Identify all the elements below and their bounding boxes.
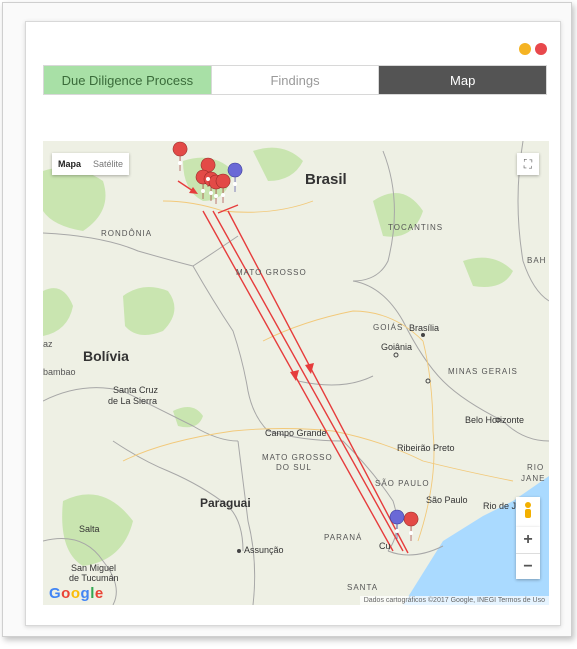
map-type-mapa-button[interactable]: Mapa xyxy=(52,153,87,175)
map-label-curitiba: Cu xyxy=(379,541,391,551)
map-label-rondonia: RONDÔNIA xyxy=(101,229,153,238)
map-label-san-miguel: San Miguel xyxy=(71,563,117,573)
map-label-salta: Salta xyxy=(79,524,100,534)
map-label-santa-cruz: Santa Cruz xyxy=(113,385,159,395)
map-type-satellite-button[interactable]: Satélite xyxy=(87,153,129,175)
map-label-rio-de-janeiro: Rio de J xyxy=(483,501,517,511)
map-label-parana: PARANÁ xyxy=(324,533,363,542)
map-type-control: Mapa Satélite xyxy=(52,153,130,175)
close-dot-icon[interactable] xyxy=(535,43,547,55)
map-label-de-la-sierra: de La Sierra xyxy=(108,396,158,406)
zoom-control: + − xyxy=(516,527,540,579)
map-label-brasilia: Brasília xyxy=(409,323,440,333)
tab-due-diligence-process[interactable]: Due Diligence Process xyxy=(44,66,211,94)
tab-bar: Due Diligence Process Findings Map xyxy=(43,65,547,95)
map-label-goiania: Goiânia xyxy=(381,342,413,352)
tab-findings[interactable]: Findings xyxy=(210,66,380,94)
map-label-az: az xyxy=(43,339,53,349)
map-label-brasil: Brasil xyxy=(305,171,347,188)
zoom-out-button[interactable]: − xyxy=(516,554,540,580)
map-label-de-tucuman: de Tucumán xyxy=(69,573,119,583)
map-label-sao-paulo-state: SÃO PAULO xyxy=(375,479,430,488)
map-label-jane: JANE xyxy=(521,474,546,483)
map-label-mato-grosso: MATO GROSSO xyxy=(236,268,307,277)
map-label-paraguai: Paraguai xyxy=(200,496,251,510)
map-label-sao-paulo: São Paulo xyxy=(426,495,468,505)
dashboard-card: Due Diligence Process Findings Map Mapa … xyxy=(25,21,561,626)
tab-map[interactable]: Map xyxy=(379,66,547,94)
map-label-santa: SANTA xyxy=(347,583,379,592)
map-attribution[interactable]: Dados cartográficos ©2017 Google, INEGI … xyxy=(359,596,549,605)
map-label-belo-horizonte: Belo Horizonte xyxy=(465,415,525,425)
map-label-ms-line2: DO SUL xyxy=(276,463,312,472)
street-view-pegman-icon[interactable] xyxy=(516,497,540,527)
map-label-rio: RIO xyxy=(527,463,545,472)
map-label-ms-line1: MATO GROSSO xyxy=(262,453,333,462)
zoom-in-button[interactable]: + xyxy=(516,527,540,553)
map-label-asuncion: Assunção xyxy=(244,545,284,555)
map-label-bambao: bambao xyxy=(43,367,76,377)
map-label-bolivia: Bolívia xyxy=(83,348,129,364)
map-label-tocantins: TOCANTINS xyxy=(388,223,444,232)
window-frame: Due Diligence Process Findings Map Mapa … xyxy=(2,2,572,637)
fullscreen-icon[interactable]: ⛶ xyxy=(517,153,539,175)
map-label-bah: BAH xyxy=(527,256,547,265)
google-logo[interactable]: Google xyxy=(49,585,104,602)
map-label-ribeirao-preto: Ribeirão Preto xyxy=(397,443,455,453)
map-view[interactable]: Mapa Satélite ⛶ + − Brasil RONDÔNIA TOCA… xyxy=(43,141,549,605)
map-label-minas-gerais: MINAS GERAIS xyxy=(448,367,518,376)
map-label-campo-grande: Campo Grande xyxy=(265,428,327,438)
map-label-goias: GOIÁS xyxy=(373,323,404,332)
minimize-dot-icon[interactable] xyxy=(519,43,531,55)
